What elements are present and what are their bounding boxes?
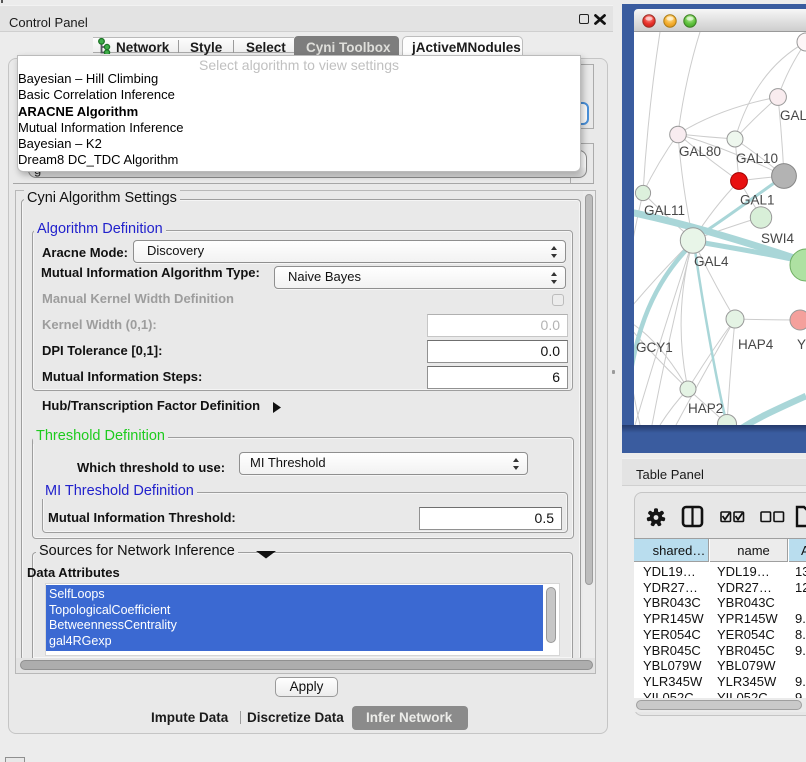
svg-text:GAL11: GAL11 [644,203,685,218]
svg-text:GAL: GAL [780,108,806,123]
svg-text:Y: Y [797,337,806,352]
svg-text:GAL80: GAL80 [679,144,721,159]
svg-text:GAL10: GAL10 [736,151,778,166]
svg-text:HAP4: HAP4 [738,337,774,352]
svg-text:SWI4: SWI4 [761,231,794,246]
svg-text:HAP2: HAP2 [688,401,723,416]
svg-text:GCY1: GCY1 [636,340,673,355]
svg-text:GAL1: GAL1 [740,193,775,208]
svg-text:GAL4: GAL4 [694,254,729,269]
